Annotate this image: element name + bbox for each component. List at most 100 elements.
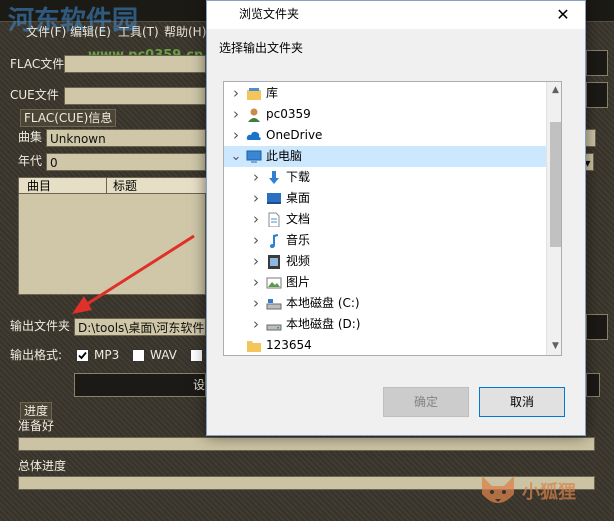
tree-item-label: 桌面 bbox=[286, 191, 311, 205]
tree-item-label: 视频 bbox=[286, 254, 311, 268]
chevron-right-icon[interactable]: › bbox=[230, 104, 242, 125]
tree-item-label: pc0359 bbox=[266, 107, 311, 121]
folder-tree[interactable]: › 库 › pc0359 › OneDrive ⌄ 此电脑 › 下载 › 桌面 › 文档 › 音乐 › 视频 › 图片… bbox=[223, 81, 562, 356]
scroll-down-icon[interactable]: ▼ bbox=[547, 338, 561, 355]
year-label: 年代 bbox=[18, 154, 43, 168]
menu-edit[interactable]: 编辑(E) bbox=[68, 24, 113, 40]
music-icon bbox=[266, 233, 282, 248]
drive-c-icon bbox=[266, 296, 282, 311]
output-folder-input[interactable]: D:\tools\桌面\河东软件园 bbox=[74, 318, 206, 336]
tree-item-video[interactable]: › 视频 bbox=[224, 251, 546, 272]
cloud-icon bbox=[246, 128, 262, 143]
mp3-label: MP3 bbox=[94, 348, 120, 362]
video-icon bbox=[266, 254, 282, 269]
download-icon bbox=[266, 170, 282, 185]
wav-checkbox[interactable] bbox=[132, 349, 145, 362]
dialog-title: 浏览文件夹 bbox=[239, 7, 300, 21]
track-list[interactable]: 曲目 标题 bbox=[18, 177, 207, 295]
desktop-icon bbox=[266, 191, 282, 206]
picture-icon bbox=[266, 275, 282, 290]
tree-item-label: OneDrive bbox=[266, 128, 323, 142]
tree-item-label: 图片 bbox=[286, 275, 311, 289]
chevron-right-icon[interactable]: › bbox=[250, 209, 262, 230]
tree-item-computer[interactable]: ⌄ 此电脑 bbox=[224, 146, 546, 167]
wav-label: WAV bbox=[150, 348, 177, 362]
tree-item-folder[interactable]: 123654 bbox=[224, 335, 546, 355]
settings-button[interactable]: 设 bbox=[74, 373, 206, 397]
chevron-down-icon[interactable]: ⌄ bbox=[230, 146, 242, 167]
tree-item-label: 此电脑 bbox=[266, 149, 303, 163]
checkmark-icon bbox=[78, 351, 87, 360]
track-column-title[interactable]: 标题 bbox=[107, 178, 207, 194]
current-progress-bar bbox=[18, 437, 595, 451]
year-input[interactable]: 0 bbox=[46, 153, 206, 171]
tree-item-picture[interactable]: › 图片 bbox=[224, 272, 546, 293]
chevron-right-icon[interactable]: › bbox=[250, 188, 262, 209]
fox-watermark-text: 小狐狸 bbox=[522, 482, 576, 503]
tree-item-label: 库 bbox=[266, 86, 279, 100]
chevron-right-icon[interactable]: › bbox=[250, 230, 262, 251]
chevron-right-icon[interactable]: › bbox=[250, 251, 262, 272]
chevron-right-icon[interactable]: › bbox=[230, 83, 242, 104]
tree-item-label: 音乐 bbox=[286, 233, 311, 247]
menu-help[interactable]: 帮助(H) bbox=[162, 24, 208, 40]
flac-info-group-label: FLAC(CUE)信息 bbox=[20, 109, 117, 127]
close-icon[interactable]: ✕ bbox=[548, 5, 578, 25]
chevron-right-icon[interactable]: › bbox=[250, 314, 262, 335]
flac-file-input[interactable] bbox=[64, 55, 206, 73]
chevron-right-icon[interactable]: › bbox=[230, 125, 242, 146]
dialog-instruction: 选择输出文件夹 bbox=[219, 41, 304, 55]
tree-item-library[interactable]: › 库 bbox=[224, 83, 546, 104]
cancel-button[interactable]: 取消 bbox=[479, 387, 565, 417]
folder-icon bbox=[246, 338, 262, 353]
document-icon bbox=[266, 212, 282, 228]
ok-button[interactable]: 确定 bbox=[383, 387, 469, 417]
tree-item-download[interactable]: › 下载 bbox=[224, 167, 546, 188]
tree-item-label: 下载 bbox=[286, 170, 311, 184]
track-column-track[interactable]: 曲目 bbox=[19, 178, 107, 194]
drive-d-icon bbox=[266, 317, 282, 332]
computer-icon bbox=[246, 149, 262, 164]
menu-file[interactable]: 文件(F) bbox=[24, 24, 68, 40]
fox-logo-svg bbox=[482, 476, 514, 503]
status-text: 准备好 bbox=[18, 419, 55, 433]
library-icon bbox=[246, 86, 262, 101]
chevron-right-icon[interactable]: › bbox=[250, 293, 262, 314]
output-browse-button[interactable] bbox=[586, 314, 608, 340]
tree-item-cloud[interactable]: › OneDrive bbox=[224, 125, 546, 146]
settings-button-label: 设 bbox=[193, 378, 206, 392]
tree-item-label: 123654 bbox=[266, 338, 312, 352]
chevron-right-icon[interactable]: › bbox=[250, 272, 262, 293]
scroll-up-icon[interactable]: ▲ bbox=[547, 82, 561, 99]
cue-file-input[interactable] bbox=[64, 87, 206, 105]
cue-file-label: CUE文件 bbox=[10, 88, 59, 102]
tree-item-drive-c[interactable]: › 本地磁盘 (C:) bbox=[224, 293, 546, 314]
fox-logo-icon bbox=[476, 472, 520, 512]
cue-browse-button[interactable] bbox=[586, 82, 608, 108]
tree-item-drive-d[interactable]: › 本地磁盘 (D:) bbox=[224, 314, 546, 335]
start-button-edge[interactable] bbox=[586, 373, 600, 397]
flac-file-label: FLAC文件 bbox=[10, 57, 65, 71]
tree-item-document[interactable]: › 文档 bbox=[224, 209, 546, 230]
album-input[interactable]: Unknown bbox=[46, 129, 206, 147]
output-format-label: 输出格式: bbox=[10, 348, 63, 362]
dialog-title-bar[interactable]: 浏览文件夹 ✕ bbox=[207, 1, 585, 29]
tree-item-label: 文档 bbox=[286, 212, 311, 226]
scroll-thumb[interactable] bbox=[550, 122, 561, 247]
flac-browse-button[interactable] bbox=[586, 50, 608, 76]
tree-item-label: 本地磁盘 (C:) bbox=[286, 296, 360, 310]
total-progress-label: 总体进度 bbox=[18, 459, 67, 473]
tree-item-user[interactable]: › pc0359 bbox=[224, 104, 546, 125]
tree-item-label: 本地磁盘 (D:) bbox=[286, 317, 361, 331]
tree-item-desktop[interactable]: › 桌面 bbox=[224, 188, 546, 209]
tree-scrollbar[interactable]: ▲ ▼ bbox=[546, 82, 561, 355]
format-checkbox-3[interactable] bbox=[190, 349, 203, 362]
tree-item-music[interactable]: › 音乐 bbox=[224, 230, 546, 251]
browse-folder-dialog: 浏览文件夹 ✕ 选择输出文件夹 › 库 › pc0359 › OneDrive ⌄ 此电脑 › 下… bbox=[206, 0, 586, 436]
output-folder-label: 输出文件夹 bbox=[10, 319, 71, 333]
user-icon bbox=[246, 107, 262, 122]
menu-tools[interactable]: 工具(T) bbox=[116, 24, 161, 40]
album-label: 曲集 bbox=[18, 130, 43, 144]
mp3-checkbox[interactable] bbox=[76, 349, 89, 362]
chevron-right-icon[interactable]: › bbox=[250, 167, 262, 188]
